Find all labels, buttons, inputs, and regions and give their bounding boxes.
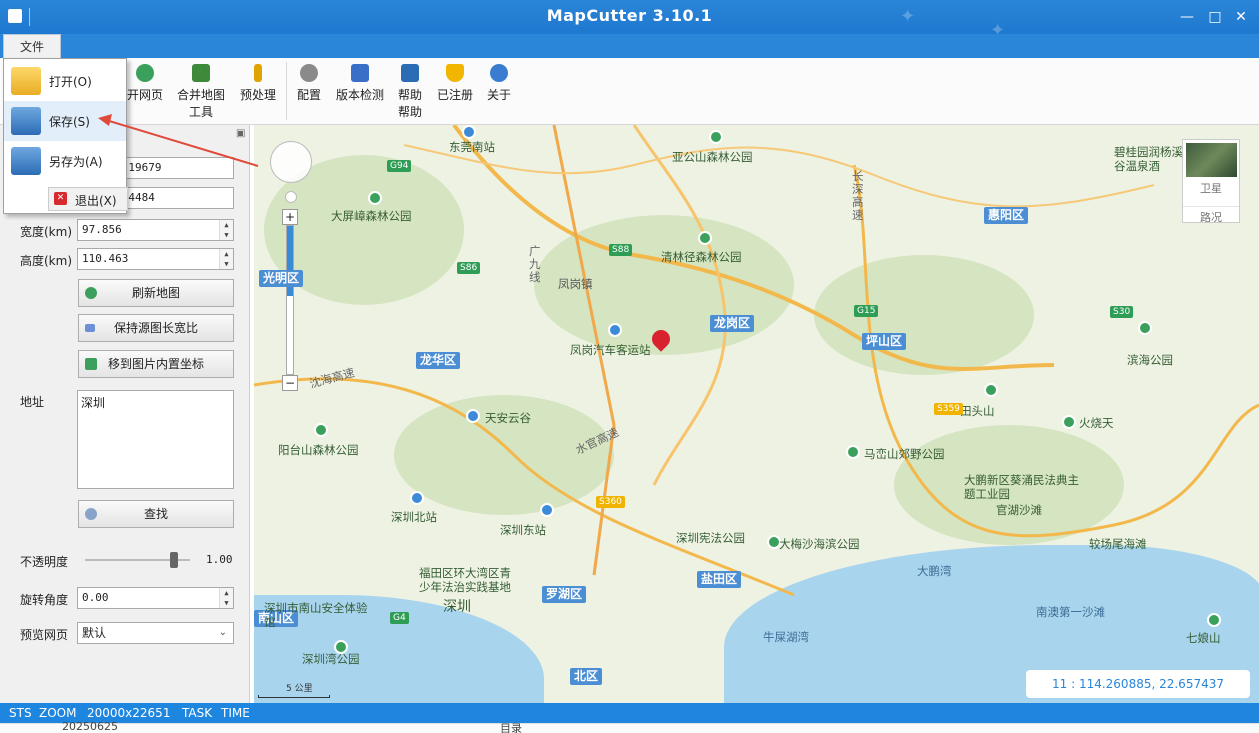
annotation-arrow bbox=[98, 114, 259, 167]
